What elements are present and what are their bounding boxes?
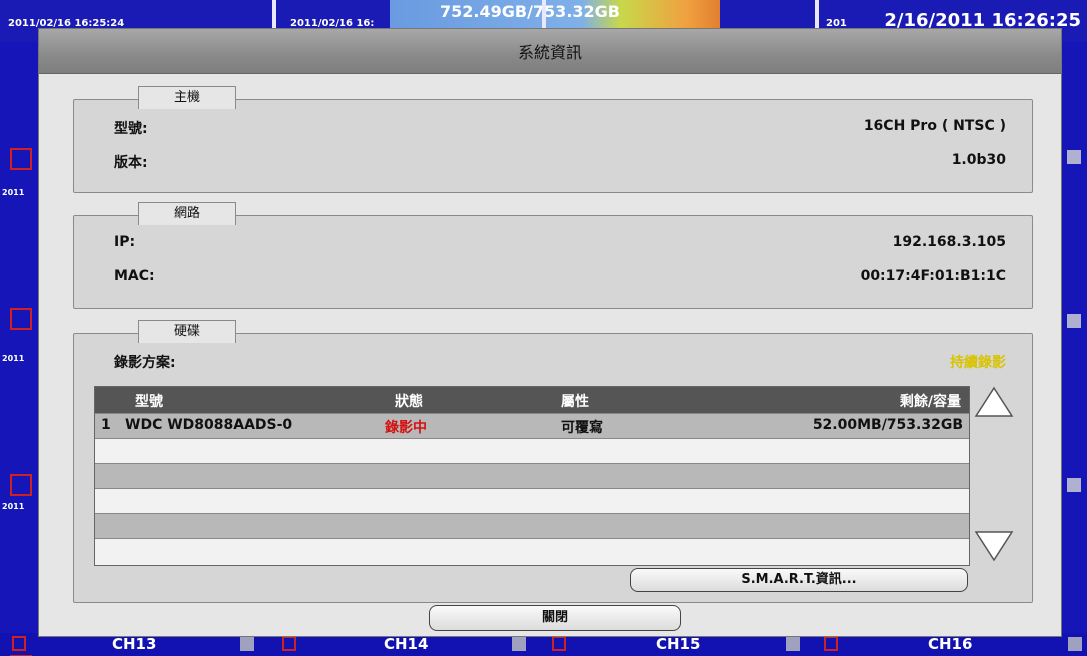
table-row[interactable]: 1 WDC WD8088AADS-0 錄影中 可覆寫 52.00MB/753.3… — [95, 413, 969, 439]
row-index: 1 — [101, 417, 111, 433]
ip-label: IP: — [114, 234, 136, 250]
column-header: 型號 — [135, 394, 163, 410]
column-header: 剩餘/容量 — [899, 394, 961, 410]
record-mode-label: 錄影方案: — [114, 355, 176, 371]
right-camera-strip — [1059, 42, 1087, 655]
dialog-title: 系統資訊 — [39, 29, 1061, 74]
mac-value: 00:17:4F:01:B1:1C — [860, 268, 1006, 284]
network-panel: 網路 IP: 192.168.3.105 MAC: 00:17:4F:01:B1… — [73, 202, 1033, 309]
close-button[interactable]: 關閉 — [429, 605, 681, 631]
network-panel-tab: 網路 — [138, 202, 236, 225]
channel-label[interactable]: CH13 — [112, 635, 156, 653]
table-row[interactable] — [95, 438, 969, 464]
version-label: 版本: — [114, 155, 148, 171]
record-icon — [10, 474, 32, 496]
version-value: 1.0b30 — [951, 152, 1006, 168]
channel-label[interactable]: CH16 — [928, 635, 972, 653]
table-row[interactable] — [95, 488, 969, 514]
table-row[interactable] — [95, 463, 969, 489]
disk-panel: 硬碟 錄影方案: 持續錄影 型號 狀態 屬性 剩餘/容量 1 WDC WD808… — [73, 320, 1033, 603]
channel-label[interactable]: CH15 — [656, 635, 700, 653]
system-info-dialog: 系統資訊 主機 型號: 16CH Pro ( NTSC ) 版本: 1.0b30… — [38, 28, 1062, 637]
record-icon — [10, 148, 32, 170]
model-value: 16CH Pro ( NTSC ) — [863, 118, 1006, 134]
mac-label: MAC: — [114, 268, 155, 284]
host-panel: 主機 型號: 16CH Pro ( NTSC ) 版本: 1.0b30 — [73, 86, 1033, 193]
divider — [272, 0, 276, 28]
host-panel-tab: 主機 — [138, 86, 236, 109]
disk-model: WDC WD8088AADS-0 — [125, 417, 293, 433]
table-header: 型號 狀態 屬性 剩餘/容量 — [95, 387, 969, 413]
record-icon — [552, 636, 566, 651]
disk-status: 錄影中 — [385, 420, 427, 436]
speaker-icon — [1067, 314, 1081, 328]
record-icon — [10, 308, 32, 330]
channel-label[interactable]: CH14 — [384, 635, 428, 653]
disk-panel-tab: 硬碟 — [138, 320, 236, 343]
divider — [815, 0, 819, 28]
table-row[interactable] — [95, 538, 969, 565]
speaker-icon — [786, 637, 800, 651]
divider — [542, 0, 546, 28]
disk-attribute: 可覆寫 — [561, 420, 603, 436]
speaker-icon — [512, 637, 526, 651]
smart-info-button[interactable]: S.M.A.R.T.資訊... — [630, 568, 968, 592]
speaker-icon — [1067, 150, 1081, 164]
scroll-down-icon[interactable] — [974, 530, 1014, 562]
left-camera-strip: 2011 2011 2011 — [0, 42, 38, 656]
cam-date: 2011 — [2, 354, 25, 363]
disk-capacity: 52.00MB/753.32GB — [812, 417, 963, 433]
column-header: 狀態 — [395, 394, 423, 410]
column-header: 屬性 — [561, 394, 589, 410]
table-row[interactable] — [95, 513, 969, 539]
speaker-icon — [240, 637, 254, 651]
model-label: 型號: — [114, 121, 148, 137]
disk-table: 型號 狀態 屬性 剩餘/容量 1 WDC WD8088AADS-0 錄影中 可覆… — [94, 386, 970, 566]
cam-date: 2011 — [2, 502, 25, 511]
hdd-usage-text: 752.49GB/753.32GB — [440, 2, 620, 21]
record-icon — [12, 636, 26, 651]
cam-date: 2011 — [2, 188, 25, 197]
record-icon — [824, 636, 838, 651]
speaker-icon — [1068, 637, 1082, 651]
scroll-up-icon[interactable] — [974, 386, 1014, 418]
speaker-icon — [1067, 478, 1081, 492]
record-mode-value: 持續錄影 — [950, 355, 1006, 371]
ip-value: 192.168.3.105 — [892, 234, 1006, 250]
record-icon — [282, 636, 296, 651]
